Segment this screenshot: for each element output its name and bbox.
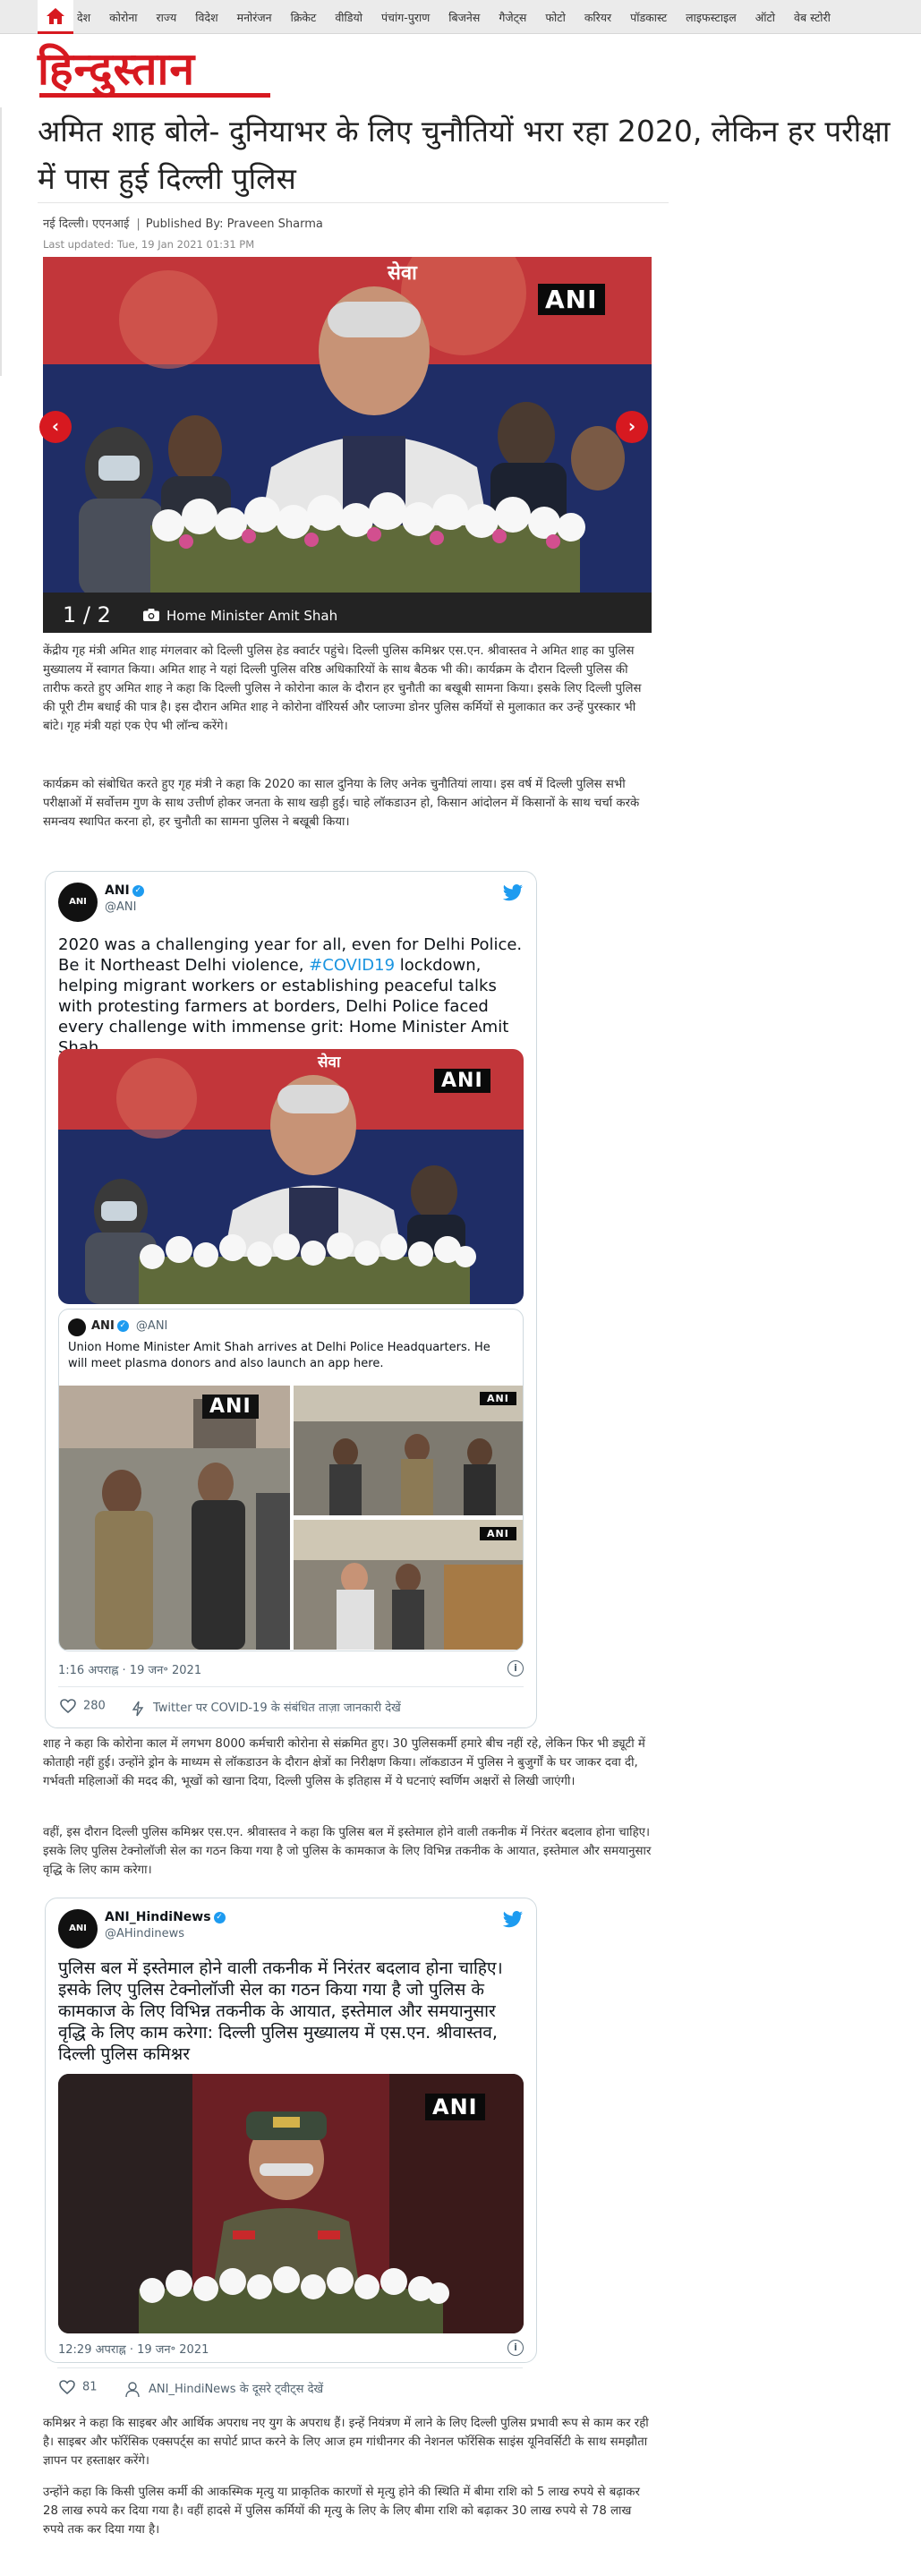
tweet-text: पुलिस बल में इस्तेमाल होने वाली तकनीक मे… [58, 1958, 503, 2064]
verified-icon: ✓ [116, 1320, 129, 1332]
byline-location: नई दिल्ली। एएनआई [43, 218, 130, 231]
slide-next-button[interactable]: › [616, 411, 648, 443]
byline-author: Published By: Praveen Sharma [145, 218, 323, 231]
twitter-bird-icon[interactable] [502, 884, 524, 902]
photo-slideshow[interactable]: ANI सेवा 1 / 2 Home Minister Amit Shah [43, 257, 652, 633]
info-icon[interactable]: i [507, 1660, 524, 1676]
tweet-author-label: ANI [105, 883, 130, 898]
slide-counter: 1 / 2 [63, 602, 111, 627]
tweet-like-button[interactable]: 81 [59, 2380, 98, 2395]
tweet-divider [57, 2367, 523, 2368]
headline-divider [38, 202, 669, 203]
quoted-tweet-text: Union Home Minister Amit Shah arrives at… [68, 1341, 490, 1370]
tweet-image[interactable]: ANI [58, 2074, 524, 2333]
embedded-tweet-ani[interactable]: ANI ANI ✓ @ANI 2020 was a challenging yea… [45, 871, 537, 1728]
nav-item-desh[interactable]: देश [77, 10, 90, 25]
tweet-handle[interactable]: @AHindinews [105, 1927, 184, 1941]
info-icon[interactable]: i [507, 2340, 524, 2356]
nav-item-manoranjan[interactable]: मनोरंजन [237, 10, 272, 25]
article-paragraph: वहीं, इस दौरान दिल्ली पुलिस कमिश्नर एस.ए… [43, 1826, 652, 1877]
site-logo[interactable]: हिन्दुस्तान [38, 47, 195, 91]
nav-item-podcast[interactable]: पॉडकास्ट [630, 10, 667, 25]
tweet-image-ani-watermark: ANI [434, 1069, 490, 1093]
nav-item-corona[interactable]: कोरोना [109, 10, 137, 25]
nav-item-panchang[interactable]: पंचांग-पुराण [381, 10, 430, 25]
tweet-author-name[interactable]: ANI_HindiNews ✓ [105, 1910, 226, 1924]
slide-banner-text: सेवा [388, 262, 417, 285]
tweet-divider [58, 1686, 524, 1687]
slide-caption-bar [43, 593, 652, 633]
quoted-tweet[interactable]: ANI ✓ @ANI Union Home Minister Amit Shah … [58, 1309, 524, 1651]
nav-item-videsh[interactable]: विदेश [195, 10, 217, 25]
nav-item-video[interactable]: वीडियो [335, 10, 362, 25]
nav-item-auto[interactable]: ऑटो [755, 10, 775, 25]
tweet-author-label: ANI_HindiNews [105, 1910, 211, 1924]
quoted-author-name: ANI [91, 1319, 115, 1333]
tweet-image-banner-text: सेवा [318, 1053, 341, 1071]
tweet-hashtag-link[interactable]: #COVID19 [309, 956, 395, 975]
last-updated: Last updated: Tue, 19 Jan 2021 01:31 PM [43, 238, 255, 251]
byline: नई दिल्ली। एएनआई | Published By: Praveen S… [43, 218, 323, 231]
heart-icon [59, 2380, 75, 2395]
quoted-ani-watermark-1: ANI [202, 1395, 259, 1419]
nav-item-web-story[interactable]: वेब स्टोरी [794, 10, 831, 25]
tweet-timestamp[interactable]: 1:16 अपराह्न · 19 जन॰ 2021 [58, 1661, 201, 1677]
nav-items: देश कोरोना राज्य विदेश मनोरंजन क्रिकेट व… [77, 0, 849, 34]
tweet-avatar[interactable]: ANI [58, 1909, 98, 1949]
tweet-timestamp[interactable]: 12:29 अपराह्न · 19 जन॰ 2021 [58, 2341, 209, 2357]
heart-icon [60, 1699, 76, 1714]
slide-ani-watermark: ANI [538, 284, 605, 315]
quoted-author: ANI ✓ @ANI [91, 1319, 167, 1333]
chevron-right-icon: › [627, 415, 636, 437]
slide-prev-button[interactable]: ‹ [39, 411, 72, 443]
tweet-more-link-label: ANI_HindiNews के दूसरे ट्वीट्स देखें [149, 2383, 324, 2396]
camera-icon [143, 609, 159, 621]
tweet-like-count: 81 [82, 2380, 98, 2394]
tweet-text: 2020 was a challenging year for all, eve… [58, 934, 524, 1058]
tweet-image-ani-watermark: ANI [425, 2094, 485, 2120]
left-divider [0, 107, 2, 376]
tweet-like-button[interactable]: 280 [60, 1699, 106, 1714]
embedded-tweet-ani-hindi[interactable]: ANI ANI_HindiNews ✓ @AHindinews पुलिस बल … [45, 1898, 537, 2363]
article-headline: अमित शाह बोले- दुनियाभर के लिए चुनौतियों… [38, 114, 891, 196]
quoted-photo-grid [59, 1386, 523, 1650]
article-paragraph: केंद्रीय गृह मंत्री अमित शाह मंगलवार को … [43, 644, 642, 733]
bolt-icon [132, 1701, 144, 1716]
tweet-more-link[interactable]: ANI_HindiNews के दूसरे ट्वीट्स देखें [125, 2380, 323, 2398]
tweet-covid-link-label: Twitter पर COVID-19 के संबंधित ताज़ा जान… [153, 1702, 401, 1715]
home-icon [47, 8, 64, 24]
nav-item-rajya[interactable]: राज्य [157, 10, 177, 25]
tweet-covid-link[interactable]: Twitter पर COVID-19 के संबंधित ताज़ा जान… [132, 1699, 401, 1717]
verified-icon: ✓ [132, 884, 144, 897]
user-icon [125, 2381, 140, 2397]
chevron-left-icon: ‹ [51, 415, 60, 437]
tweet-avatar[interactable]: ANI [58, 883, 98, 922]
article-paragraph: कार्यक्रम को संबोधित करते हुए गृह मंत्री… [43, 778, 640, 829]
article-paragraph: उन्होंने कहा कि किसी पुलिस कर्मी की आकस्… [43, 2486, 640, 2537]
nav-item-cricket[interactable]: क्रिकेट [291, 10, 317, 25]
logo-underline [39, 93, 270, 98]
nav-item-gadgets[interactable]: गैजेट्स [499, 10, 526, 25]
slide-caption: Home Minister Amit Shah [166, 608, 338, 624]
nav-item-career[interactable]: करियर [584, 10, 611, 25]
nav-item-photo[interactable]: फोटो [545, 10, 565, 25]
quoted-ani-watermark-3: ANI [480, 1527, 516, 1540]
article-paragraph: शाह ने कहा कि कोरोना काल में लगभग 8000 क… [43, 1737, 645, 1788]
top-nav: देश कोरोना राज्य विदेश मनोरंजन क्रिकेट व… [0, 0, 921, 34]
quoted-ani-watermark-2: ANI [480, 1392, 516, 1405]
tweet-author-name[interactable]: ANI ✓ [105, 883, 144, 898]
verified-icon: ✓ [213, 1911, 226, 1923]
nav-item-lifestyle[interactable]: लाइफस्टाइल [686, 10, 737, 25]
nav-item-business[interactable]: बिजनेस [448, 10, 480, 25]
nav-home[interactable] [38, 0, 73, 34]
tweet-like-count: 280 [83, 1699, 106, 1713]
twitter-bird-icon[interactable] [502, 1911, 524, 1929]
tweet-handle[interactable]: @ANI [105, 900, 136, 914]
quoted-author-handle: @ANI [135, 1319, 168, 1333]
tweet-image[interactable]: ANI सेवा [58, 1049, 524, 1304]
quoted-avatar [68, 1318, 86, 1336]
article-paragraph: कमिश्नर ने कहा कि साइबर और आर्थिक अपराध … [43, 2417, 649, 2468]
